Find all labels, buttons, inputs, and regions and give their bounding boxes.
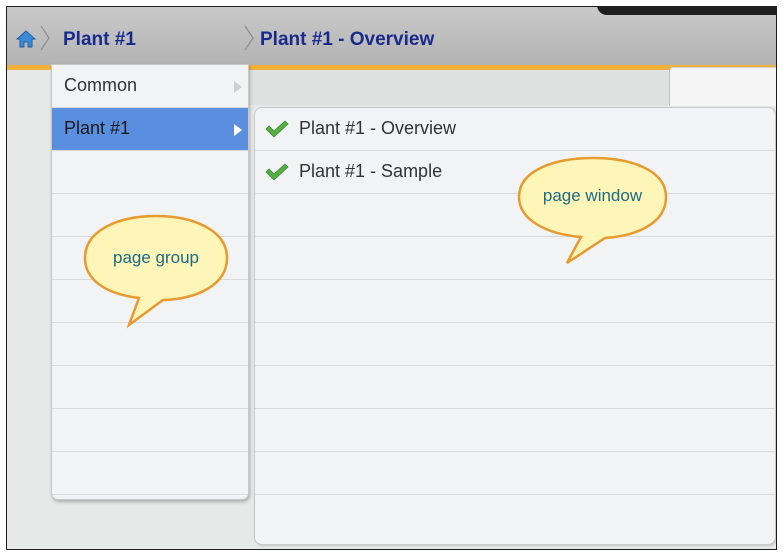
callout-page-group: page group: [81, 213, 231, 331]
menu-item-label: Plant #1: [64, 118, 131, 138]
page-window-item-overview[interactable]: Plant #1 - Overview: [255, 108, 775, 151]
callout-label: page window: [542, 186, 643, 205]
check-icon: [265, 120, 289, 138]
speech-bubble-icon: [517, 156, 668, 265]
list-item: [52, 452, 248, 495]
list-item: [52, 409, 248, 452]
menu-item-label: Plant #1 - Sample: [299, 161, 443, 181]
page-group-item-plant1[interactable]: Plant #1: [52, 108, 248, 151]
speech-bubble-icon: [83, 214, 229, 329]
check-icon: [265, 163, 289, 181]
list-item: [255, 323, 775, 366]
callout-page-window: page window: [515, 155, 670, 267]
app-frame: Plant #1 Plant #1 - Overview Common Plan…: [6, 6, 777, 550]
page-group-item-common[interactable]: Common: [52, 65, 248, 108]
breadcrumb-page[interactable]: Plant #1 - Overview: [260, 29, 434, 51]
home-icon[interactable]: [16, 29, 36, 49]
list-item: [52, 366, 248, 409]
menu-item-label: Plant #1 - Overview: [299, 118, 457, 138]
menu-item-label: Common: [64, 75, 138, 95]
breadcrumb-separator-icon: [40, 25, 50, 51]
tab-right[interactable]: [669, 67, 776, 106]
callout-label: page group: [112, 248, 200, 267]
breadcrumb-separator-icon: [244, 25, 254, 51]
list-item: [255, 366, 775, 409]
chevron-right-icon: [234, 81, 242, 93]
list-item: [255, 280, 775, 323]
list-item: [255, 452, 775, 495]
breadcrumb-plant[interactable]: Plant #1: [63, 29, 136, 51]
chevron-right-icon: [234, 124, 242, 136]
top-dark-bar: [597, 7, 776, 15]
list-item: [52, 151, 248, 194]
list-item: [255, 409, 775, 452]
